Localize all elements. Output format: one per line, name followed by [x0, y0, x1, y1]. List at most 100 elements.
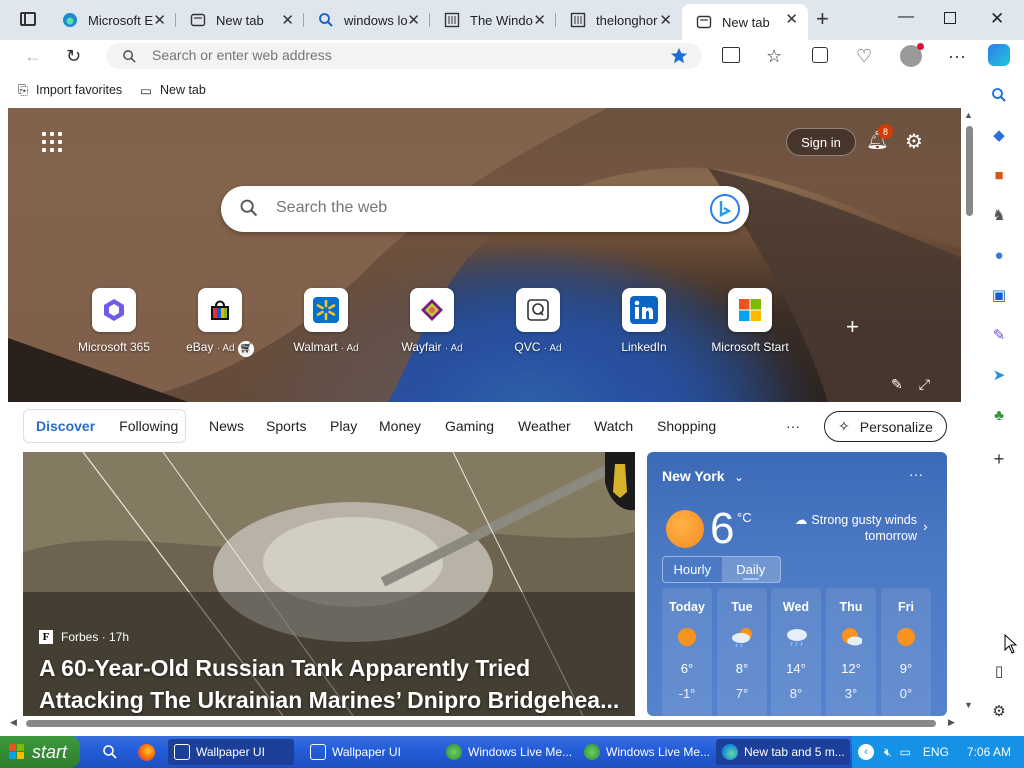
tab-the-windows[interactable]: The Windo ✕ — [430, 6, 556, 34]
browser-essentials-icon[interactable]: ♡ — [856, 46, 872, 67]
nav-watch[interactable]: Watch — [594, 418, 633, 434]
temperature-unit[interactable]: °C — [737, 510, 752, 525]
tab-microsoft-edge[interactable]: Microsoft E ✕ — [48, 6, 176, 34]
forecast-day[interactable]: Thu 12° 3° — [826, 588, 876, 716]
settings-gear-icon[interactable]: ⚙ — [905, 129, 923, 154]
add-sidebar-icon[interactable]: + — [988, 448, 1010, 470]
scroll-up-icon[interactable]: ▲ — [964, 110, 973, 120]
search-icon[interactable] — [102, 744, 118, 763]
games-icon[interactable]: ♞ — [988, 204, 1010, 226]
volume-muted-icon[interactable]: 🔇︎ — [884, 745, 892, 760]
sidebar-settings-icon[interactable]: ⚙ — [988, 700, 1010, 722]
designer-icon[interactable]: ✎ — [988, 324, 1010, 346]
refresh-icon[interactable]: ↻ — [66, 46, 81, 67]
tab-windows-search[interactable]: windows lo ✕ — [304, 6, 430, 34]
tab-thelonghorn[interactable]: thelonghor ✕ — [556, 6, 682, 34]
expand-icon[interactable]: ⤢ — [919, 376, 930, 392]
new-tab-button[interactable]: + — [816, 6, 829, 32]
add-quicklink-icon[interactable]: + — [846, 314, 859, 340]
close-tab-icon[interactable]: ✕ — [407, 11, 420, 29]
tab-discover[interactable]: Discover — [24, 418, 107, 434]
profile-avatar[interactable] — [900, 43, 924, 67]
tree-icon[interactable]: ♣ — [988, 404, 1010, 426]
tab-new-tab-active[interactable]: New tab ✕ — [682, 4, 808, 40]
tab-new-tab[interactable]: New tab ✕ — [176, 6, 304, 34]
web-search-input[interactable] — [276, 199, 676, 217]
edit-background-icon[interactable]: ✎ — [891, 376, 903, 392]
split-screen-icon[interactable] — [722, 47, 740, 63]
weather-alert[interactable]: ☁ Strong gusty winds tomorrow — [787, 512, 917, 544]
tools-icon[interactable]: ■ — [988, 164, 1010, 186]
nav-weather[interactable]: Weather — [518, 418, 571, 434]
forecast-day[interactable]: Today 6° -1° — [662, 588, 712, 716]
horizontal-scrollbar[interactable]: ◀ ▶ — [8, 716, 961, 730]
minimize-icon[interactable]: — — [898, 8, 914, 26]
taskbar-item[interactable]: Windows Live Me... — [440, 739, 574, 765]
weather-card[interactable]: New York ⌄ ··· 6 °C ☁ Strong gusty winds … — [647, 452, 947, 716]
language-indicator[interactable]: ENG — [923, 745, 949, 759]
collections-icon[interactable] — [812, 47, 828, 63]
news-card[interactable]: F Forbes · 17h A 60-Year-Old Russian Tan… — [23, 452, 635, 716]
address-input[interactable] — [152, 47, 652, 63]
taskbar-item[interactable]: Wallpaper UI — [168, 739, 294, 765]
outlook-icon[interactable]: ▣ — [988, 284, 1010, 306]
new-tab-favorite[interactable]: ▭ New tab — [140, 83, 206, 98]
horizontal-scroll-thumb[interactable] — [26, 720, 936, 727]
quicklink-microsoft365[interactable]: Microsoft 365 — [59, 288, 169, 354]
network-icon[interactable]: ▭ — [900, 745, 911, 759]
search-icon[interactable] — [988, 84, 1010, 106]
close-tab-icon[interactable]: ✕ — [785, 10, 798, 28]
hide-sidebar-icon[interactable]: ▯ — [988, 660, 1010, 682]
firefox-icon[interactable] — [138, 744, 155, 761]
forecast-day[interactable]: Tue 8° 7° — [717, 588, 767, 716]
scroll-right-icon[interactable]: ▶ — [948, 717, 955, 728]
tab-actions-icon[interactable] — [20, 12, 36, 26]
more-options-icon[interactable]: ··· — [948, 46, 966, 67]
nav-shopping[interactable]: Shopping — [657, 418, 716, 434]
scroll-left-icon[interactable]: ◀ — [10, 717, 17, 728]
apps-launcher-icon[interactable] — [42, 132, 62, 152]
personalize-button[interactable]: ✧ Personalize — [824, 411, 947, 442]
sign-in-button[interactable]: Sign in — [786, 128, 856, 156]
taskbar-item[interactable]: Wallpaper UI — [304, 739, 430, 765]
close-window-icon[interactable]: ✕ — [990, 9, 1004, 29]
vertical-scroll-thumb[interactable] — [966, 126, 973, 216]
start-button[interactable]: start — [0, 736, 80, 768]
tab-following[interactable]: Following — [107, 418, 190, 434]
close-tab-icon[interactable]: ✕ — [659, 11, 672, 29]
restore-icon[interactable] — [944, 12, 956, 24]
quicklink-linkedin[interactable]: LinkedIn — [589, 288, 699, 354]
quicklink-ebay[interactable]: eBay · Ad 🛒︎ — [165, 288, 275, 357]
quicklink-qvc[interactable]: QVC · Ad — [483, 288, 593, 354]
weather-more-icon[interactable]: ··· — [909, 466, 923, 482]
more-nav-icon[interactable]: ··· — [786, 418, 800, 434]
forecast-day[interactable]: Wed 14° 8° — [771, 588, 821, 716]
favorites-icon[interactable]: ☆ — [766, 46, 782, 67]
forecast-day[interactable]: Fri 9° 0° — [881, 588, 931, 716]
weather-city[interactable]: New York ⌄ — [662, 468, 744, 484]
hourly-tab[interactable]: Hourly — [663, 557, 722, 582]
close-tab-icon[interactable]: ✕ — [281, 11, 294, 29]
address-bar[interactable] — [106, 43, 702, 69]
quicklink-walmart[interactable]: Walmart · Ad — [271, 288, 381, 354]
favorite-star-icon[interactable] — [670, 47, 688, 65]
taskbar-item[interactable]: Windows Live Me... — [578, 739, 712, 765]
microsoft365-icon[interactable]: ● — [988, 244, 1010, 266]
nav-play[interactable]: Play — [330, 418, 357, 434]
scroll-down-icon[interactable]: ▼ — [964, 700, 973, 710]
copilot-icon[interactable] — [988, 44, 1010, 66]
quicklink-wayfair[interactable]: Wayfair · Ad — [377, 288, 487, 354]
daily-tab[interactable]: Daily — [721, 557, 780, 582]
close-tab-icon[interactable]: ✕ — [153, 11, 166, 29]
nav-gaming[interactable]: Gaming — [445, 418, 494, 434]
clock[interactable]: 7:06 AM — [967, 745, 1011, 759]
taskbar-item[interactable]: New tab and 5 m... — [716, 739, 850, 765]
quicklink-microsoft-start[interactable]: Microsoft Start — [695, 288, 805, 354]
chevron-left-icon[interactable]: ‹ — [858, 744, 874, 760]
nav-news[interactable]: News — [209, 418, 244, 434]
import-favorites-link[interactable]: ⎘ Import favorites — [18, 83, 122, 98]
article-headline[interactable]: A 60-Year-Old Russian Tank Apparently Tr… — [39, 652, 629, 716]
send-icon[interactable]: ➤ — [988, 364, 1010, 386]
bing-chat-icon[interactable] — [709, 193, 741, 225]
notifications-bell-icon[interactable]: 🔔︎ 8 — [866, 124, 893, 154]
